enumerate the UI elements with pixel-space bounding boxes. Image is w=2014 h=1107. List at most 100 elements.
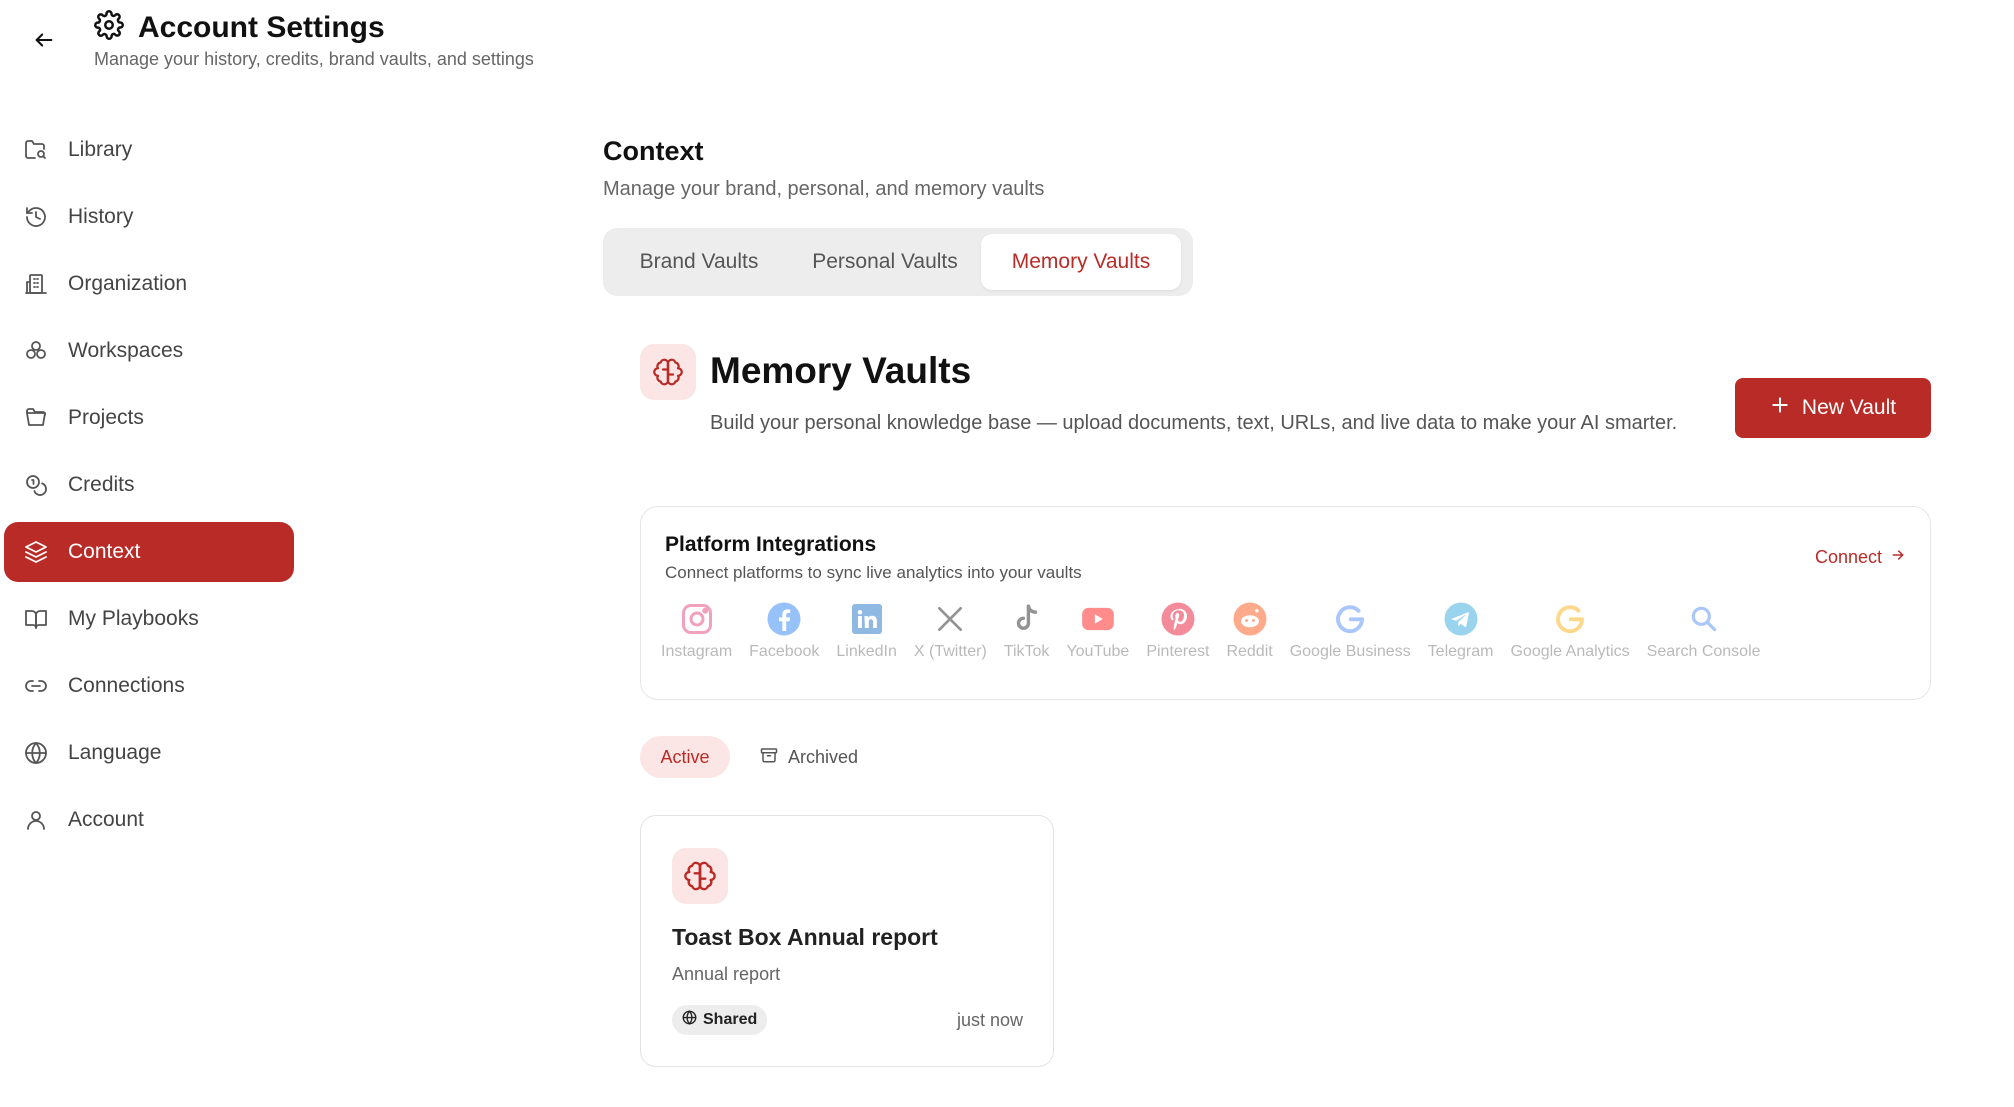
account-settings-page: Account Settings Manage your history, cr…	[0, 0, 2014, 1107]
section-subtitle: Manage your brand, personal, and memory …	[603, 178, 1045, 200]
sidebar-item-label: Credits	[68, 473, 135, 496]
tab-brand-vaults[interactable]: Brand Vaults	[609, 234, 789, 290]
platform-label: X (Twitter)	[913, 643, 987, 660]
pinterest-icon	[1158, 599, 1198, 639]
sidebar-item-my-playbooks[interactable]: My Playbooks	[4, 589, 294, 649]
arrow-right-icon	[1890, 547, 1906, 568]
vault-card[interactable]: Toast Box Annual report Annual report Sh…	[640, 815, 1054, 1067]
platform-label: Google Business	[1289, 643, 1411, 660]
sidebar-item-library[interactable]: Library	[4, 120, 294, 180]
folder-search-icon	[22, 136, 50, 164]
sidebar-item-label: Organization	[68, 272, 188, 295]
instagram-icon	[677, 599, 717, 639]
archive-icon	[760, 746, 778, 769]
platform-google-business[interactable]: Google Business	[1290, 599, 1411, 661]
platform-facebook[interactable]: Facebook	[749, 599, 819, 661]
new-vault-button[interactable]: New Vault	[1735, 378, 1931, 438]
building-icon	[22, 270, 50, 298]
sidebar-item-label: Context	[68, 540, 141, 563]
vault-tabs: Brand Vaults Personal Vaults Memory Vaul…	[603, 228, 1193, 296]
platform-x-twitter[interactable]: X (Twitter)	[914, 599, 987, 661]
platform-label: Pinterest	[1146, 643, 1210, 660]
sidebar-item-label: Account	[68, 808, 144, 831]
platform-label: YouTube	[1066, 643, 1130, 660]
vault-card-subtitle: Annual report	[672, 964, 781, 984]
sidebar-item-connections[interactable]: Connections	[4, 656, 294, 716]
sidebar: Library History Organization Workspaces …	[0, 120, 300, 857]
gear-icon	[94, 10, 124, 45]
filter-active-button[interactable]: Active	[640, 736, 730, 778]
sidebar-item-history[interactable]: History	[4, 187, 294, 247]
section-title: Context	[603, 136, 704, 166]
facebook-icon	[764, 599, 804, 639]
platform-instagram[interactable]: Instagram	[661, 599, 732, 661]
platform-youtube[interactable]: YouTube	[1066, 599, 1129, 661]
platform-pinterest[interactable]: Pinterest	[1146, 599, 1209, 661]
brain-icon	[640, 344, 696, 400]
memory-vaults-title: Memory Vaults	[710, 350, 972, 391]
sidebar-item-label: Workspaces	[68, 339, 184, 362]
platform-label: Instagram	[661, 643, 733, 660]
platform-label: Telegram	[1427, 643, 1494, 660]
user-icon	[22, 806, 50, 834]
folder-icon	[22, 404, 50, 432]
integrations-title: Platform Integrations	[665, 533, 877, 556]
platform-label: Facebook	[749, 643, 820, 660]
sidebar-item-language[interactable]: Language	[4, 723, 294, 783]
google-icon	[1330, 599, 1370, 639]
vault-card-timestamp: just now	[956, 1010, 1023, 1030]
platform-label: Google Analytics	[1510, 643, 1630, 660]
platform-tiktok[interactable]: TikTok	[1003, 599, 1050, 661]
tab-memory-vaults[interactable]: Memory Vaults	[981, 234, 1181, 290]
platform-label: LinkedIn	[836, 643, 897, 660]
sidebar-item-organization[interactable]: Organization	[4, 254, 294, 314]
platform-label: Reddit	[1226, 643, 1273, 660]
reddit-icon	[1230, 599, 1270, 639]
sidebar-item-projects[interactable]: Projects	[4, 388, 294, 448]
back-arrow-icon[interactable]	[28, 24, 60, 56]
sidebar-item-label: Language	[68, 741, 162, 764]
linkedin-icon	[847, 599, 887, 639]
link-icon	[22, 672, 50, 700]
google-analytics-icon	[1550, 599, 1590, 639]
coins-icon	[22, 471, 50, 499]
memory-vaults-description: Build your personal knowledge base — upl…	[710, 412, 1678, 434]
plus-icon	[1770, 395, 1790, 421]
connect-link[interactable]: Connect	[1815, 547, 1906, 568]
sidebar-item-account[interactable]: Account	[4, 790, 294, 850]
sidebar-item-label: My Playbooks	[68, 607, 199, 630]
history-icon	[22, 203, 50, 231]
connect-label: Connect	[1814, 547, 1882, 567]
filter-archived-button[interactable]: Archived	[760, 736, 858, 778]
sidebar-item-label: Projects	[68, 406, 144, 429]
vault-card-title: Toast Box Annual report	[672, 924, 938, 950]
tiktok-icon	[1007, 599, 1047, 639]
youtube-icon	[1078, 599, 1118, 639]
tab-personal-vaults[interactable]: Personal Vaults	[795, 234, 975, 290]
sidebar-item-label: Library	[68, 138, 133, 161]
sidebar-item-label: History	[68, 205, 134, 228]
platform-reddit[interactable]: Reddit	[1226, 599, 1273, 661]
filter-archived-label: Archived	[788, 746, 859, 767]
platform-integrations-card: Platform Integrations Connect platforms …	[640, 506, 1931, 700]
page-header: Account Settings	[94, 10, 385, 45]
sidebar-item-workspaces[interactable]: Workspaces	[4, 321, 294, 381]
book-icon	[22, 605, 50, 633]
platform-label: Search Console	[1646, 643, 1761, 660]
platform-list: Instagram Facebook LinkedIn X (Twitter) …	[661, 599, 1778, 661]
platform-search-console[interactable]: Search Console	[1647, 599, 1761, 661]
sidebar-item-credits[interactable]: Credits	[4, 455, 294, 515]
platform-linkedin[interactable]: LinkedIn	[836, 599, 897, 661]
platform-telegram[interactable]: Telegram	[1427, 599, 1494, 661]
sidebar-item-context[interactable]: Context	[4, 522, 294, 582]
search-icon	[1684, 599, 1724, 639]
platform-label: TikTok	[1003, 643, 1050, 660]
telegram-icon	[1441, 599, 1481, 639]
globe-icon	[682, 1010, 697, 1030]
layers-icon	[22, 538, 50, 566]
shared-badge: Shared	[672, 1005, 768, 1035]
brain-icon	[672, 848, 728, 904]
x-icon	[930, 599, 970, 639]
platform-google-analytics[interactable]: Google Analytics	[1510, 599, 1630, 661]
integrations-subtitle: Connect platforms to sync live analytics…	[665, 563, 1082, 582]
